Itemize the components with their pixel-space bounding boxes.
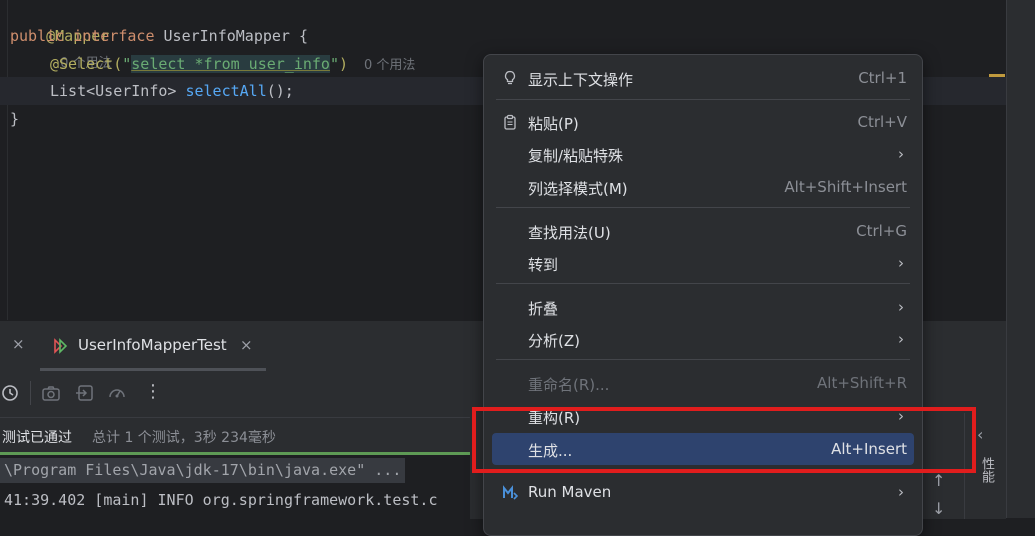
tab-label: UserInfoMapperTest (78, 336, 227, 354)
menu-separator (496, 359, 910, 360)
menu-item-shortcut: Alt+Shift+Insert (784, 178, 907, 196)
sql-quote-open: " (122, 55, 132, 73)
tab-close-icon[interactable]: × (240, 336, 253, 354)
chevron-left-icon[interactable]: ‹ (977, 425, 983, 444)
select-paren-close: ) (339, 55, 349, 73)
code-line-5[interactable]: } (10, 106, 19, 132)
chevron-right-icon: › (898, 254, 904, 272)
run-toolbar: ⋮ (0, 373, 470, 413)
more-options-icon[interactable]: ⋮ (144, 381, 162, 402)
gutter-divider (7, 0, 8, 320)
sql-quote-close: " (329, 55, 339, 73)
warning-scroll-marker[interactable] (989, 74, 1005, 77)
method-parens: (); (266, 82, 294, 100)
test-class-icon (54, 338, 68, 354)
tests-passed-label: 测试已通过 (2, 430, 72, 446)
close-icon[interactable]: × (12, 335, 25, 353)
menu-item-label: 列选择模式(M) (528, 180, 628, 198)
sql-string[interactable]: select *from user_info (131, 55, 330, 73)
method-name: selectAll (185, 82, 267, 100)
menu-item-analyze[interactable]: 分析(Z) › (492, 323, 914, 355)
return-type: List<UserInfo> (50, 82, 177, 100)
menu-separator (496, 283, 910, 284)
interface-name: UserInfoMapper (163, 27, 290, 45)
menu-item-copy-paste-special[interactable]: 复制/粘贴特殊 › (492, 138, 914, 170)
code-line-2[interactable]: public interface UserInfoMapper { (10, 23, 308, 49)
console-line[interactable]: \Program Files\Java\jdk-17\bin\java.exe"… (0, 458, 406, 483)
code-line-1[interactable]: @Mapper 0 个用法 (10, 0, 111, 71)
clipboard-icon (504, 114, 516, 130)
menu-item-column-selection[interactable]: 列选择模式(M) Alt+Shift+Insert (492, 171, 914, 203)
chevron-right-icon: › (898, 145, 904, 163)
menu-item-find-usages[interactable]: 查找用法(U) Ctrl+G (492, 215, 914, 247)
chevron-right-icon: › (898, 298, 904, 316)
right-tool-strip (1006, 0, 1035, 518)
menu-item-label: 重命名(R)... (528, 376, 610, 394)
toolbar-separator (30, 381, 31, 405)
menu-item-shortcut: Ctrl+G (856, 222, 907, 240)
chevron-right-icon: › (898, 483, 904, 501)
menu-item-show-context-actions[interactable]: 显示上下文操作 Ctrl+1 (492, 62, 914, 94)
usage-hint[interactable]: 0 个用法 (364, 58, 415, 73)
menu-item-shortcut: Ctrl+1 (858, 69, 907, 87)
menu-item-run-maven[interactable]: Run Maven › (492, 476, 914, 508)
bulb-icon (504, 70, 516, 85)
menu-item-label: Run Maven (528, 483, 612, 501)
menu-item-label: 分析(Z) (528, 332, 580, 350)
menu-item-shortcut: Alt+Shift+R (817, 374, 907, 392)
chevron-right-icon: › (898, 330, 904, 348)
menu-item-paste[interactable]: 粘贴(P) Ctrl+V (492, 106, 914, 138)
menu-item-goto[interactable]: 转到 › (492, 247, 914, 279)
menu-item-label: 复制/粘贴特殊 (528, 147, 624, 165)
test-status-row: 测试已通过 总计 1 个测试，3秒 234毫秒 (0, 417, 470, 452)
close-brace: } (10, 110, 20, 128)
highlight-annotation-box (472, 407, 976, 473)
menu-item-rename[interactable]: 重命名(R)... Alt+Shift+R (492, 367, 914, 399)
history-clock-icon[interactable] (0, 383, 20, 403)
menu-item-folding[interactable]: 折叠 › (492, 291, 914, 323)
menu-separator (496, 99, 910, 100)
gauge-icon[interactable] (107, 383, 127, 403)
code-line-4[interactable]: List<UserInfo> selectAll(); (50, 78, 294, 104)
active-tab-indicator (40, 368, 266, 371)
scroll-down-icon[interactable]: ↓ (932, 499, 945, 518)
camera-icon[interactable] (41, 383, 61, 403)
open-brace: { (299, 27, 309, 45)
maven-icon (503, 485, 518, 500)
tests-summary: 总计 1 个测试，3秒 234毫秒 (92, 430, 276, 446)
console-output[interactable]: \Program Files\Java\jdk-17\bin\java.exe"… (0, 455, 470, 519)
select-annotation: @Select( (50, 55, 123, 73)
tab-userinfomappertest[interactable]: UserInfoMapperTest × (40, 321, 266, 371)
console-line[interactable]: 41:39.402 [main] INFO org.springframewor… (4, 488, 437, 513)
import-icon[interactable] (75, 383, 95, 403)
menu-item-label: 显示上下文操作 (528, 71, 634, 89)
menu-item-label: 查找用法(U) (528, 224, 611, 242)
keyword-interface: interface (73, 27, 155, 45)
performance-label[interactable]: 性能 (977, 457, 996, 483)
keyword-public: public (10, 27, 65, 45)
code-line-3[interactable]: @Select("select *from user_info") 0 个用法 (50, 51, 415, 77)
scroll-up-icon[interactable]: ↑ (932, 471, 945, 490)
menu-item-label: 转到 (528, 256, 559, 274)
menu-item-label: 折叠 (528, 300, 559, 318)
menu-separator (496, 207, 910, 208)
menu-item-shortcut: Ctrl+V (857, 113, 907, 131)
menu-item-label: 粘贴(P) (528, 115, 579, 133)
